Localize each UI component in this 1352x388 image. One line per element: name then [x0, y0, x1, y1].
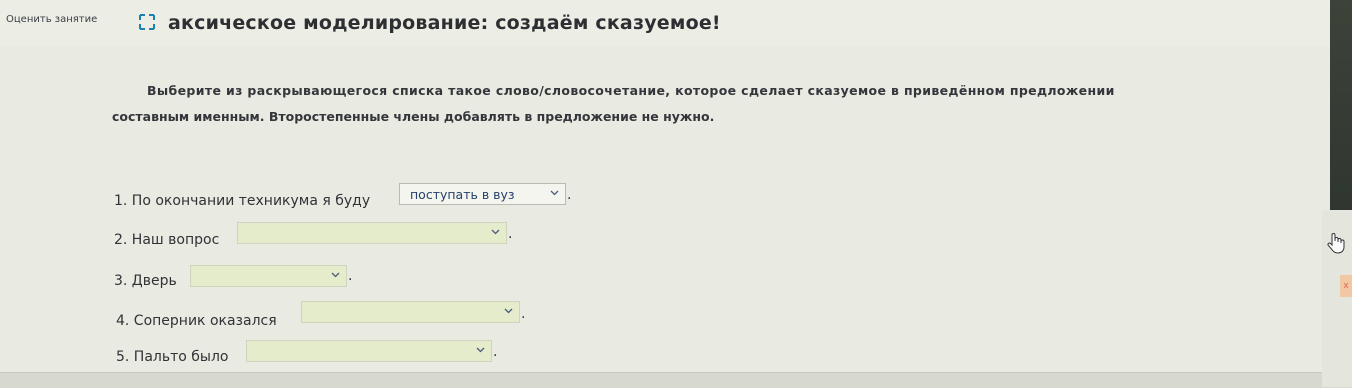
task-2-dropdown[interactable] [237, 222, 507, 244]
top-bar: Оценить занятие аксическое моделирование… [0, 0, 1335, 46]
task-1-selected-value: поступать в вуз [410, 187, 515, 202]
task-4-text: 4. Соперник оказался [116, 313, 277, 329]
task-5-end: . [493, 344, 498, 360]
task-3-text: 3. Дверь [114, 273, 177, 289]
task-1-text: 1. По окончании техникума я буду [114, 193, 371, 209]
chevron-down-icon [476, 347, 485, 353]
task-2-end: . [508, 226, 513, 242]
rate-lesson-button[interactable]: Оценить занятие [6, 14, 97, 25]
task-3-end: . [348, 268, 353, 284]
chevron-down-icon [504, 308, 513, 314]
task-4-dropdown[interactable] [301, 301, 520, 323]
instruction-line-1: Выберите из раскрывающегося списка такое… [147, 83, 1115, 98]
task-1-end: . [567, 187, 572, 203]
task-4-end: . [521, 306, 526, 322]
task-3-dropdown[interactable] [190, 265, 347, 287]
task-5-text: 5. Пальто было [116, 349, 229, 365]
hand-pointer-icon[interactable] [1326, 232, 1346, 254]
task-5-dropdown[interactable] [246, 340, 492, 362]
task-2-text: 2. Наш вопрос [114, 232, 220, 248]
expand-icon[interactable] [138, 13, 156, 31]
page-title: аксическое моделирование: создаём сказуе… [168, 12, 721, 34]
exercise-panel: Выберите из раскрывающегося списка такое… [0, 46, 1330, 387]
chevron-down-icon [491, 229, 500, 235]
chevron-down-icon [331, 272, 340, 278]
task-1-dropdown[interactable]: поступать в вуз [399, 183, 566, 205]
instruction-line-2: составным именным. Второстепенные члены … [112, 109, 715, 124]
close-marker[interactable]: x [1340, 275, 1352, 297]
bottom-divider [0, 372, 1352, 388]
chevron-down-icon [550, 190, 559, 196]
